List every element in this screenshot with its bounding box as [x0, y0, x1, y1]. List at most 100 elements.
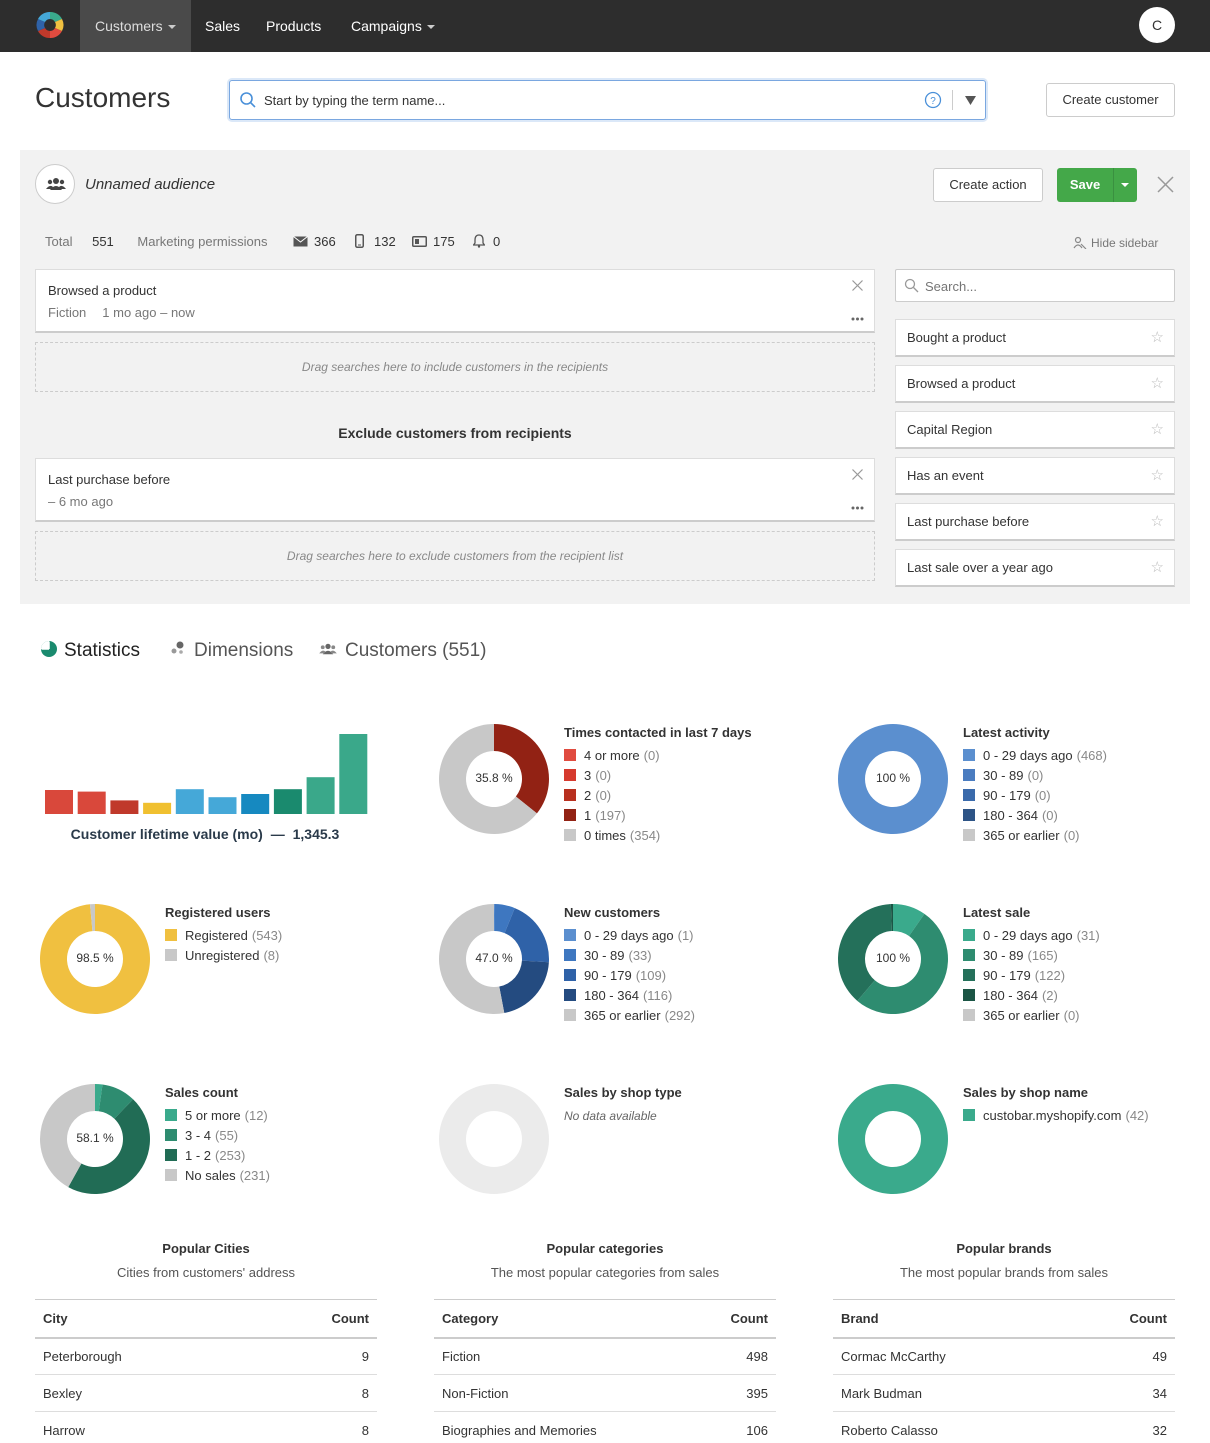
legend-item[interactable]: 180 - 364 (0) [963, 806, 1107, 826]
save-button[interactable]: Save [1057, 168, 1113, 202]
column-header[interactable]: Count [694, 1299, 776, 1339]
tab-dimensions[interactable]: Dimensions [170, 638, 293, 664]
legend-item[interactable]: No sales (231) [165, 1166, 270, 1186]
remove-filter-icon[interactable] [852, 280, 863, 291]
legend-item[interactable]: 180 - 364 (2) [963, 986, 1100, 1006]
clv-caption: Customer lifetime value (mo) — 1,345.3 [40, 826, 370, 842]
saved-search-item[interactable]: Browsed a product ☆ [895, 365, 1175, 403]
saved-search-item[interactable]: Has an event ☆ [895, 457, 1175, 495]
save-options-button[interactable] [1114, 168, 1137, 202]
legend-item[interactable]: Unregistered (8) [165, 946, 282, 966]
table-row[interactable]: Fiction 498 [434, 1337, 776, 1375]
legend-item[interactable]: 90 - 179 (109) [564, 966, 695, 986]
tab-customers[interactable]: Customers (551) [318, 638, 487, 664]
saved-search-item[interactable]: Last sale over a year ago ☆ [895, 549, 1175, 587]
exclude-filter-card[interactable]: Last purchase before – 6 mo ago [35, 458, 875, 522]
term-search-box[interactable]: ? [229, 80, 986, 120]
legend-item[interactable]: 5 or more (12) [165, 1106, 270, 1126]
create-customer-button[interactable]: Create customer [1046, 83, 1175, 117]
nav-sales[interactable]: Sales [190, 0, 255, 52]
tab-statistics[interactable]: Statistics [40, 638, 140, 664]
term-search-input[interactable] [264, 90, 864, 110]
star-icon[interactable]: ☆ [1151, 320, 1164, 356]
exclude-dropzone[interactable]: Drag searches here to exclude customers … [35, 531, 875, 581]
column-header[interactable]: Count [253, 1299, 377, 1339]
clv-bar [175, 789, 204, 814]
close-icon[interactable] [1157, 176, 1174, 193]
star-icon[interactable]: ☆ [1151, 550, 1164, 586]
more-options-icon[interactable] [851, 506, 864, 510]
legend-swatch [564, 749, 576, 761]
include-filter-card[interactable]: Browsed a product Fiction 1 mo ago – now [35, 269, 875, 333]
legend-item[interactable]: 90 - 179 (122) [963, 966, 1100, 986]
help-icon[interactable]: ? [924, 91, 942, 109]
column-header[interactable]: Count [1069, 1299, 1175, 1339]
legend-item[interactable]: 365 or earlier (292) [564, 1006, 695, 1026]
legend-item[interactable]: 0 - 29 days ago (31) [963, 926, 1100, 946]
legend-item[interactable]: 180 - 364 (116) [564, 986, 695, 1006]
hide-sidebar-link[interactable]: Hide sidebar [1073, 235, 1158, 251]
legend-item[interactable]: 1 (197) [564, 806, 752, 826]
remove-filter-icon[interactable] [852, 469, 863, 480]
filter-dropdown-icon[interactable] [965, 96, 976, 105]
filter-detail-category: Fiction [48, 305, 87, 320]
star-icon[interactable]: ☆ [1151, 504, 1164, 540]
audience-counts: Total 551 Marketing permissions [45, 234, 267, 250]
legend-item[interactable]: 365 or earlier (0) [963, 826, 1107, 846]
star-icon[interactable]: ☆ [1151, 366, 1164, 402]
legend-item[interactable]: Registered (543) [165, 926, 282, 946]
filter-detail-range: 1 mo ago – now [102, 305, 195, 320]
table-row[interactable]: Mark Budman 34 [833, 1374, 1175, 1412]
table-header-row: Brand Count [833, 1299, 1175, 1339]
legend-item[interactable]: 1 - 2 (253) [165, 1146, 270, 1166]
email-count: 366 [314, 234, 336, 249]
table-row[interactable]: Harrow 8 [35, 1411, 377, 1443]
saved-search-item[interactable]: Bought a product ☆ [895, 319, 1175, 357]
legend-item[interactable]: 0 - 29 days ago (1) [564, 926, 695, 946]
table-row[interactable]: Bexley 8 [35, 1374, 377, 1412]
more-options-icon[interactable] [851, 317, 864, 321]
saved-search-item[interactable]: Last purchase before ☆ [895, 503, 1175, 541]
table-row[interactable]: Non-Fiction 395 [434, 1374, 776, 1412]
table-cell-name: Roberto Calasso [833, 1411, 1070, 1443]
app-logo-icon[interactable] [34, 9, 66, 41]
table-row[interactable]: Peterborough 9 [35, 1337, 377, 1375]
star-icon[interactable]: ☆ [1151, 458, 1164, 494]
column-header[interactable]: Brand [833, 1299, 1070, 1339]
nav-customers[interactable]: Customers [80, 0, 191, 52]
donut-center-label: 47.0 % [475, 951, 513, 965]
table-row[interactable]: Cormac McCarthy 49 [833, 1337, 1175, 1375]
nav-campaigns[interactable]: Campaigns [336, 0, 450, 52]
sidebar-search-field[interactable] [895, 269, 1175, 302]
legend-item[interactable]: 30 - 89 (165) [963, 946, 1100, 966]
legend-label: 4 or more [584, 748, 640, 763]
legend-item[interactable]: 2 (0) [564, 786, 752, 806]
widget-title: Latest activity [963, 725, 1050, 740]
legend-label: 1 [584, 808, 592, 823]
legend-item[interactable]: 30 - 89 (33) [564, 946, 695, 966]
column-header[interactable]: City [35, 1299, 254, 1339]
sidebar-search-input[interactable] [925, 277, 1155, 295]
legend-item[interactable]: custobar.myshopify.com (42) [963, 1106, 1149, 1126]
legend-item[interactable]: 30 - 89 (0) [963, 766, 1107, 786]
legend-item[interactable]: 0 - 29 days ago (468) [963, 746, 1107, 766]
column-header[interactable]: Category [434, 1299, 695, 1339]
table-row[interactable]: Roberto Calasso 32 [833, 1411, 1175, 1443]
include-dropzone[interactable]: Drag searches here to include customers … [35, 342, 875, 392]
legend-item[interactable]: 3 - 4 (55) [165, 1126, 270, 1146]
legend-label: Unregistered [185, 948, 260, 963]
legend-item[interactable]: 90 - 179 (0) [963, 786, 1107, 806]
legend-item[interactable]: 4 or more (0) [564, 746, 752, 766]
legend-item[interactable]: 0 times (354) [564, 826, 752, 846]
table-row[interactable]: Biographies and Memories 106 [434, 1411, 776, 1443]
star-icon[interactable]: ☆ [1151, 412, 1164, 448]
saved-search-item[interactable]: Capital Region ☆ [895, 411, 1175, 449]
audience-name[interactable]: Unnamed audience [85, 176, 215, 193]
user-avatar[interactable]: C [1139, 7, 1175, 43]
legend-item[interactable]: 3 (0) [564, 766, 752, 786]
nav-products[interactable]: Products [251, 0, 336, 52]
legend-swatch [963, 749, 975, 761]
create-action-button[interactable]: Create action [933, 168, 1043, 202]
legend-item[interactable]: 365 or earlier (0) [963, 1006, 1100, 1026]
table-title: Popular Cities [162, 1241, 250, 1256]
